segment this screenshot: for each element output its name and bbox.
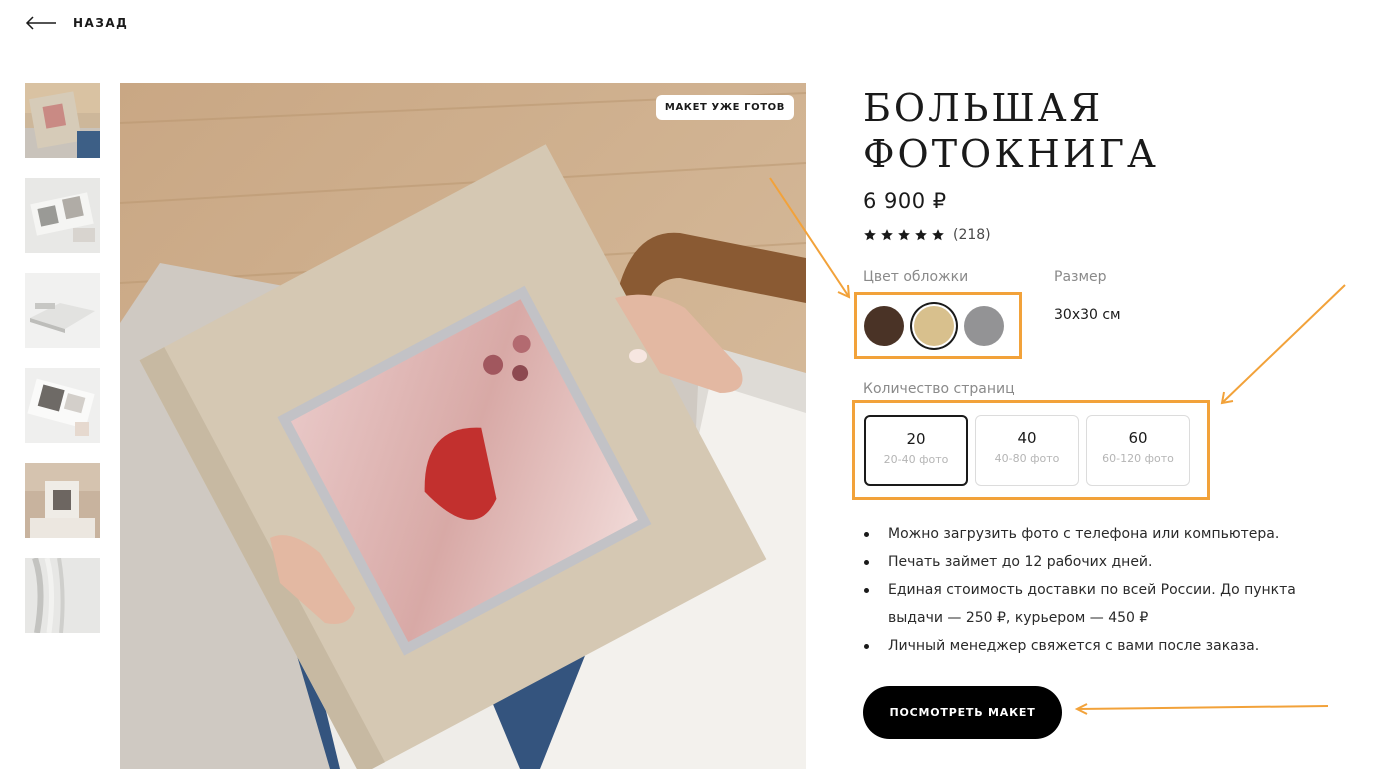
cover-color-group: Цвет обложки [854,269,1023,359]
thumbnail-6[interactable] [25,558,100,633]
size-label: Размер [1054,269,1107,285]
rating-stars [863,228,945,242]
pages-option-40[interactable]: 40 40-80 фото [975,414,1079,486]
back-link[interactable]: НАЗАД [25,16,128,30]
product-info: БОЛЬШАЯ ФОТОКНИГА 6 900 ₽ (218) Цвет обл… [852,83,1333,739]
swatch-beige[interactable] [914,305,954,346]
pages-photos: 40-80 фото [994,451,1060,465]
star-icon [915,229,927,241]
pages-count: 20 [906,429,926,448]
thumbnail-5[interactable] [25,463,100,538]
rating-count: (218) [953,227,991,243]
pages-count: 60 [1128,428,1148,447]
pages-option-20[interactable]: 20 20-40 фото [864,414,968,486]
main-product-photo: МАКЕТ УЖЕ ГОТОВ [120,83,806,769]
star-icon [932,229,944,241]
size-group: Размер 30х30 см [1054,269,1121,359]
feature-item: Печать займет до 12 рабочих дней. [863,548,1333,576]
star-icon [881,229,893,241]
color-swatches [854,292,1022,359]
pages-label: Количество страниц [863,381,1015,397]
swatch-dark-brown[interactable] [864,305,904,346]
star-icon [864,229,876,241]
swatch-grey[interactable] [964,305,1004,346]
feature-item: Личный менеджер свяжется с вами после за… [863,632,1333,660]
thumbnail-3[interactable] [25,273,100,348]
feature-item: Единая стоимость доставки по всей России… [863,576,1333,632]
thumbnail-list [25,83,100,653]
product-rating[interactable]: (218) [863,227,1333,243]
product-price: 6 900 ₽ [863,189,947,213]
pages-photos: 60-120 фото [1102,451,1174,465]
star-icon [898,229,910,241]
thumbnail-2[interactable] [25,178,100,253]
thumbnail-1[interactable] [25,83,100,158]
pages-option-60[interactable]: 60 60-120 фото [1086,414,1190,486]
back-label: НАЗАД [73,16,129,30]
arrow-left-icon [25,16,56,30]
feature-item: Можно загрузить фото с телефона или комп… [863,520,1333,548]
product-title: БОЛЬШАЯ ФОТОКНИГА [863,86,1159,176]
view-layout-button[interactable]: ПОСМОТРЕТЬ МАКЕТ [863,686,1062,739]
cover-color-label: Цвет обложки [863,269,969,285]
pages-options: 20 20-40 фото 40 40-80 фото 60 60-120 фо… [852,400,1210,500]
size-value: 30х30 см [1054,307,1121,323]
pages-photos: 20-40 фото [883,452,949,466]
feature-list: Можно загрузить фото с телефона или комп… [863,520,1333,660]
layout-ready-badge: МАКЕТ УЖЕ ГОТОВ [655,95,794,120]
thumbnail-4[interactable] [25,368,100,443]
pages-count: 40 [1017,428,1037,447]
